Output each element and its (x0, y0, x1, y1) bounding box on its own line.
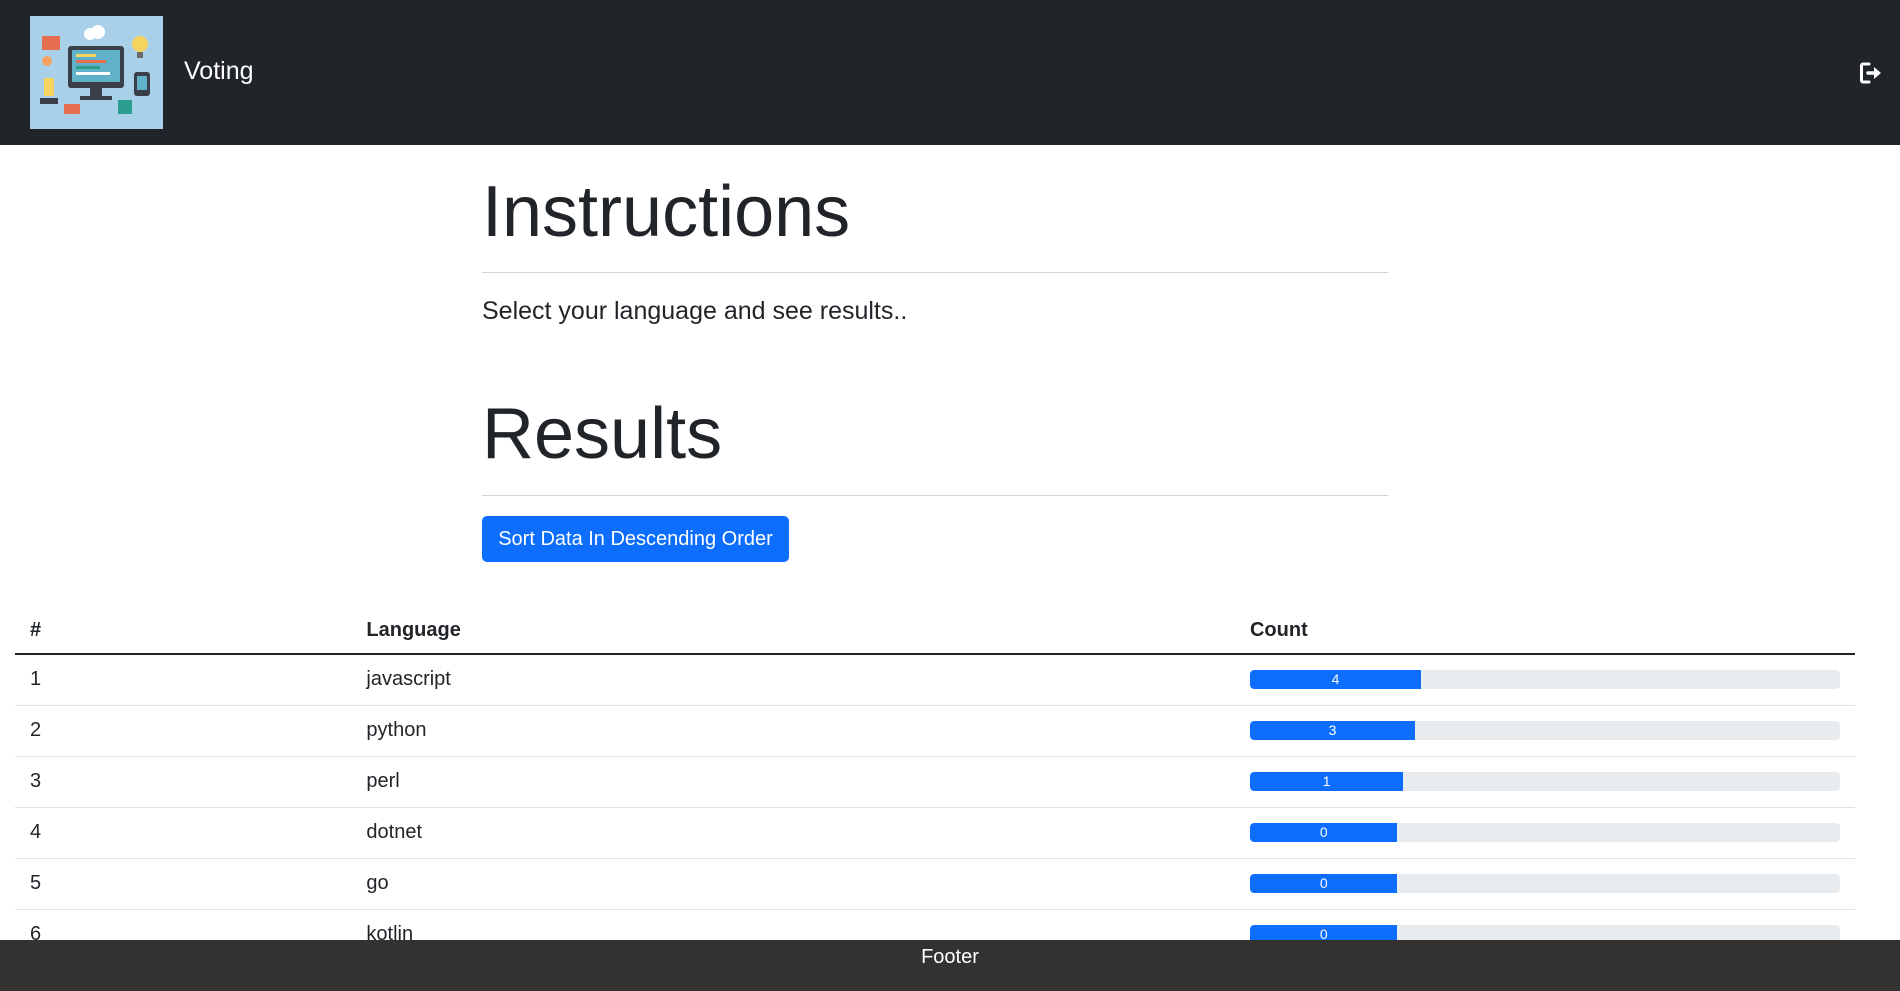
count-progress-bar: 0 (1249, 823, 1398, 842)
column-header-count: Count (1234, 608, 1855, 655)
row-language: dotnet (351, 807, 1235, 859)
instructions-text: Select your language and see results.. (482, 297, 908, 325)
table-row: 5 go 0 (15, 858, 1855, 910)
instructions-heading: Instructions (482, 172, 851, 252)
table-row: 2 python 3 (15, 705, 1855, 757)
row-language: go (351, 858, 1235, 910)
navbar: Voting (0, 0, 1900, 145)
results-table: # Language Count 1 javascript 4 2 python (15, 608, 1855, 961)
count-progress-track: 1 (1249, 772, 1840, 791)
column-header-index: # (15, 608, 352, 655)
results-heading: Results (482, 394, 723, 474)
row-index: 1 (15, 654, 352, 706)
row-index: 5 (15, 858, 352, 910)
row-index: 3 (15, 756, 352, 808)
row-language: perl (351, 756, 1235, 808)
row-index: 2 (15, 705, 352, 757)
table-row: 3 perl 1 (15, 756, 1855, 808)
sort-descending-button[interactable]: Sort Data In Descending Order (482, 516, 789, 562)
sign-out-icon[interactable] (1859, 61, 1885, 85)
row-count-cell: 4 (1234, 654, 1855, 706)
row-language: javascript (351, 654, 1235, 706)
column-header-language: Language (351, 608, 1235, 655)
row-count-cell: 3 (1234, 705, 1855, 757)
count-progress-track: 0 (1249, 874, 1840, 893)
footer-text: Footer (921, 946, 979, 968)
results-table-container: # Language Count 1 javascript 4 2 python (15, 608, 1855, 961)
row-index: 4 (15, 807, 352, 859)
results-divider (482, 495, 1388, 496)
row-count-cell: 0 (1234, 807, 1855, 859)
table-row: 1 javascript 4 (15, 654, 1855, 706)
count-progress-track: 0 (1249, 823, 1840, 842)
count-progress-bar: 3 (1249, 721, 1416, 740)
brand-logo-image[interactable] (30, 16, 163, 129)
row-count-cell: 1 (1234, 756, 1855, 808)
count-progress-track: 3 (1249, 721, 1840, 740)
table-header-row: # Language Count (15, 608, 1855, 655)
instructions-divider (482, 272, 1388, 273)
count-progress-bar: 1 (1249, 772, 1404, 791)
count-progress-bar: 0 (1249, 874, 1398, 893)
brand-title[interactable]: Voting (184, 55, 254, 87)
table-row: 4 dotnet 0 (15, 807, 1855, 859)
count-progress-bar: 4 (1249, 670, 1422, 690)
row-language: python (351, 705, 1235, 757)
count-progress-track: 4 (1249, 670, 1840, 690)
developer-workspace-illustration-icon (30, 16, 163, 129)
row-count-cell: 0 (1234, 858, 1855, 910)
footer: Footer (0, 940, 1900, 991)
